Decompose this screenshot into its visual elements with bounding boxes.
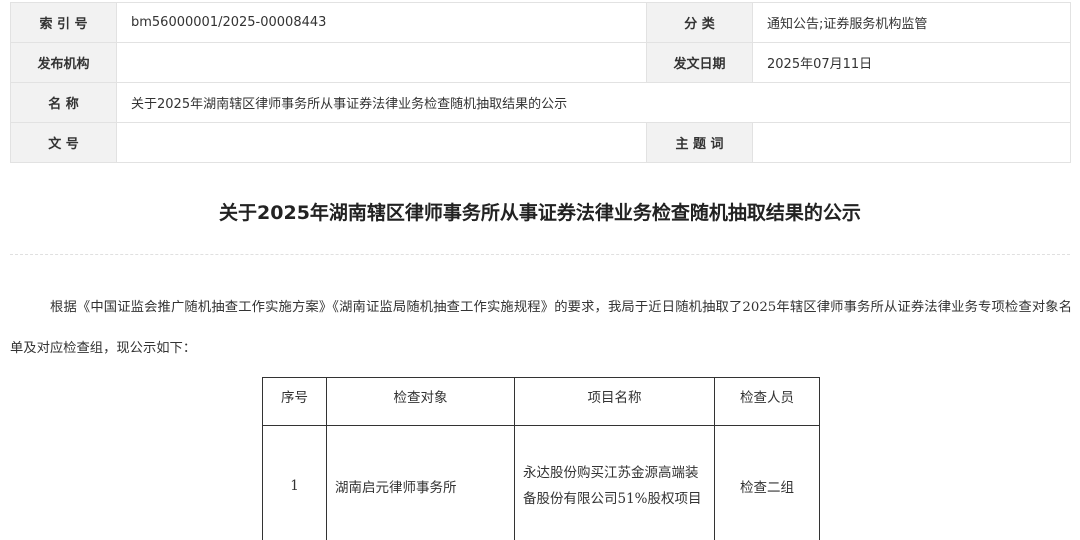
name-value: 关于2025年湖南辖区律师事务所从事证券法律业务检查随机抽取结果的公示 [116,82,1071,123]
results-header-row: 序号 检查对象 项目名称 检查人员 [262,377,820,426]
inspector-cell: 检查二组 [714,425,820,540]
meta-row-index: 索 引 号 bm56000001/2025-00008443 分 类 通知公告;… [10,2,1071,43]
article-title: 关于2025年湖南辖区律师事务所从事证券法律业务检查随机抽取结果的公示 [219,202,861,224]
category-value: 通知公告;证券服务机构监管 [752,2,1071,43]
results-table: 序号 检查对象 项目名称 检查人员 1 湖南启元律师事务所 永达股份购买江苏金源… [262,377,820,540]
meta-row-doc-number: 文 号 主 题 词 [10,122,1071,163]
article-paragraph: 根据《中国证监会推广随机抽查工作实施方案》《湖南证监局随机抽查工作实施规程》的要… [10,300,1072,356]
keywords-label: 主 题 词 [646,122,753,163]
page: 索 引 号 bm56000001/2025-00008443 分 类 通知公告;… [0,0,1080,540]
meta-row-publisher: 发布机构 发文日期 2025年07月11日 [10,42,1071,83]
publisher-value [116,42,647,83]
meta-row-name: 名 称 关于2025年湖南辖区律师事务所从事证券法律业务检查随机抽取结果的公示 [10,82,1071,123]
keywords-value [752,122,1071,163]
table-row: 1 湖南启元律师事务所 永达股份购买江苏金源高端装备股份有限公司51%股权项目 … [262,425,820,540]
target-cell: 湖南启元律师事务所 [326,425,515,540]
serial-cell: 1 [262,425,327,540]
header-target: 检查对象 [326,377,515,426]
issue-date-label: 发文日期 [646,42,753,83]
title-divider [10,254,1070,255]
header-inspector: 检查人员 [714,377,820,426]
publisher-label: 发布机构 [10,42,117,83]
issue-date-value: 2025年07月11日 [752,42,1071,83]
document-meta-table: 索 引 号 bm56000001/2025-00008443 分 类 通知公告;… [10,2,1071,163]
category-label: 分 类 [646,2,753,43]
doc-number-label: 文 号 [10,122,117,163]
doc-number-value [116,122,647,163]
project-cell: 永达股份购买江苏金源高端装备股份有限公司51%股权项目 [514,425,715,540]
header-project: 项目名称 [514,377,715,426]
header-serial: 序号 [262,377,327,426]
name-label: 名 称 [10,82,117,123]
index-number-label: 索 引 号 [10,2,117,43]
index-number-value: bm56000001/2025-00008443 [116,2,647,43]
